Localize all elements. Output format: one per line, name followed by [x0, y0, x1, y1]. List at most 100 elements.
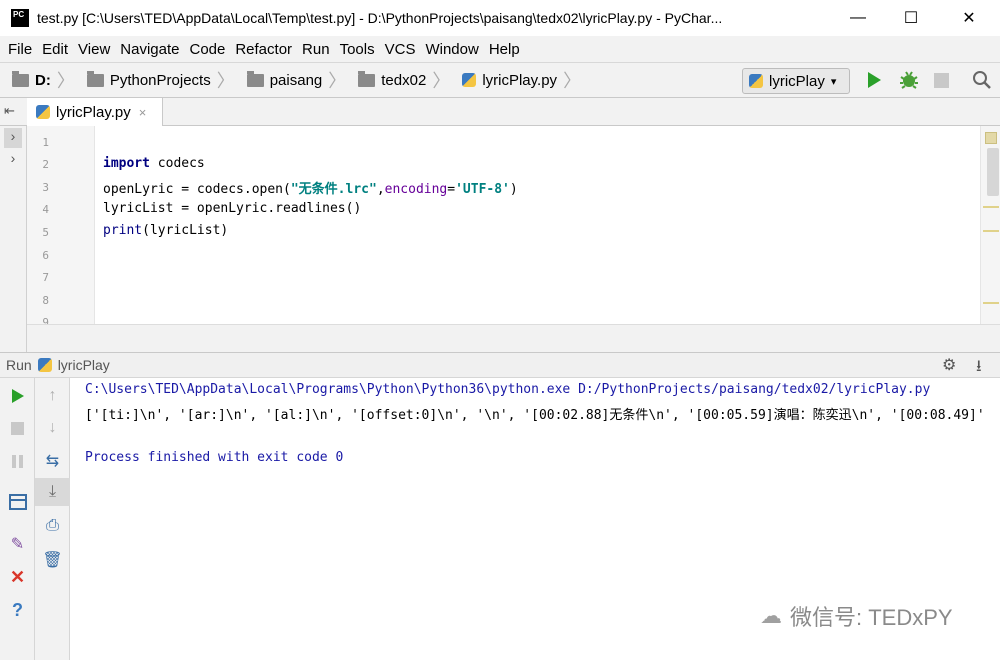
chevron-right-icon[interactable]: › [4, 150, 22, 170]
menu-window[interactable]: Window [425, 41, 478, 58]
code-text: = [447, 182, 456, 197]
menu-view[interactable]: View [78, 41, 110, 58]
breadcrumb-file[interactable]: lyricPlay.py 〉 [462, 67, 581, 93]
python-file-icon [749, 74, 763, 88]
chevron-right-icon: 〉 [328, 71, 347, 91]
marker-stripe[interactable] [983, 230, 999, 232]
string-literal: "无条件.lrc" [290, 182, 377, 197]
line-number: 9 [42, 316, 49, 324]
run-panel-label: Run [6, 357, 32, 373]
chevron-right-icon: 〉 [432, 71, 451, 91]
line-number: 5 [42, 226, 49, 239]
menu-help[interactable]: Help [489, 41, 520, 58]
close-window-button[interactable]: ✕ [946, 0, 992, 36]
tab-label: lyricPlay.py [56, 103, 131, 121]
arrow-down-icon[interactable]: ↓ [35, 414, 70, 442]
inspection-status-icon[interactable] [985, 132, 997, 144]
chevron-right-icon: 〉 [563, 71, 582, 91]
print-icon[interactable]: ⎙ [35, 512, 70, 540]
menu-code[interactable]: Code [189, 41, 225, 58]
menu-vcs[interactable]: VCS [385, 41, 416, 58]
project-tool-icon[interactable]: ⇤ [4, 103, 15, 119]
code-text: ) [509, 182, 518, 197]
title-bar: PC test.py [C:\Users\TED\AppData\Local\T… [0, 0, 1000, 36]
close-tab-icon[interactable]: × [139, 105, 147, 120]
line-number: 8 [42, 294, 49, 307]
run-panel-config[interactable]: lyricPlay [58, 357, 110, 373]
named-parameter: encoding [384, 182, 448, 197]
breadcrumb-drive[interactable]: D: 〉 [12, 67, 75, 93]
menu-edit[interactable]: Edit [42, 41, 68, 58]
navigation-bar: D: 〉 PythonProjects 〉 paisang 〉 tedx02 〉… [0, 62, 1000, 98]
menu-navigate[interactable]: Navigate [120, 41, 179, 58]
scroll-to-end-icon[interactable]: ⤓ [35, 478, 70, 506]
run-toolbar-primary: ✎ ✕ ? [0, 378, 35, 660]
breadcrumb-label: lyricPlay.py [482, 71, 558, 89]
close-icon[interactable]: ✕ [0, 563, 35, 591]
debug-icon[interactable] [898, 69, 920, 95]
breadcrumb-label: tedx02 [381, 71, 427, 89]
run-configuration-selector[interactable]: lyricPlay ▾ [742, 68, 850, 94]
breadcrumb-pythonprojects[interactable]: PythonProjects 〉 [86, 67, 235, 93]
line-number: 2 [42, 158, 49, 171]
search-icon[interactable] [972, 70, 992, 94]
code-text: codecs [149, 156, 205, 171]
menu-file[interactable]: File [8, 41, 32, 58]
gear-icon[interactable]: ⚙ [942, 355, 956, 375]
code-editor[interactable]: import codecs openLyric = codecs.open("无… [96, 126, 980, 324]
editor-bottom-area [27, 324, 1000, 352]
chevron-right-icon: 〉 [56, 71, 75, 91]
folder-icon [358, 70, 376, 87]
console-output-line: ['[ti:]\n', '[ar:]\n', '[al:]\n', '[offs… [85, 408, 985, 423]
pycharm-logo-icon: PC [11, 9, 29, 27]
code-text: (lyricList) [142, 223, 229, 238]
code-text: , [376, 182, 385, 197]
marker-stripe[interactable] [983, 206, 999, 208]
run-icon[interactable] [866, 71, 882, 93]
builtin-function: print [103, 223, 143, 238]
vertical-scrollbar-thumb[interactable] [987, 148, 999, 196]
folder-icon [86, 70, 104, 87]
tab-lyricplay[interactable]: lyricPlay.py × [27, 98, 163, 126]
stop-icon[interactable] [934, 73, 949, 88]
breadcrumb-label: paisang [269, 71, 323, 89]
code-line-4: lyricList = openLyric.readlines() [103, 201, 362, 216]
layout-icon[interactable] [0, 488, 35, 516]
menu-refactor[interactable]: Refactor [235, 41, 292, 58]
console-exit-message: Process finished with exit code 0 [85, 450, 344, 465]
breadcrumb-tedx02[interactable]: tedx02 〉 [358, 67, 450, 93]
line-number: 6 [42, 249, 49, 262]
help-icon[interactable]: ? [0, 596, 35, 624]
line-number: 3 [42, 181, 49, 194]
line-number: 4 [42, 203, 49, 216]
pause-icon[interactable] [0, 447, 35, 475]
run-config-label: lyricPlay [769, 72, 825, 90]
maximize-button[interactable]: ☐ [888, 0, 934, 36]
line-number-gutter: 1 2 3 4 5 6 7 8 9 [27, 126, 95, 324]
line-number: 7 [42, 271, 49, 284]
pin-tab-icon[interactable]: ✎ [0, 530, 35, 558]
line-number: 1 [42, 136, 49, 149]
trash-icon[interactable]: 🗑 [35, 546, 70, 574]
wechat-icon: ☁ [760, 603, 782, 628]
python-file-icon [462, 73, 477, 87]
watermark-text: 微信号: TEDxPY [790, 605, 953, 630]
menu-run[interactable]: Run [302, 41, 330, 58]
minimize-button[interactable]: — [835, 0, 881, 36]
rerun-icon[interactable] [0, 382, 35, 410]
window-title: test.py [C:\Users\TED\AppData\Local\Temp… [37, 10, 723, 26]
menu-tools[interactable]: Tools [340, 41, 375, 58]
run-panel-header: Run lyricPlay ⚙ ⭳ [0, 352, 1000, 378]
stop-icon[interactable] [0, 414, 35, 442]
marker-stripe[interactable] [983, 302, 999, 304]
breadcrumb-label: D: [35, 71, 51, 89]
string-literal: 'UTF-8' [455, 182, 510, 197]
breadcrumb-paisang[interactable]: paisang 〉 [246, 67, 347, 93]
arrow-up-icon[interactable]: ↑ [35, 382, 70, 410]
run-toolbar-secondary: ↑ ↓ ⇆ ⤓ ⎙ 🗑 [35, 378, 70, 660]
menu-bar: File Edit View Navigate Code Refactor Ru… [0, 36, 1000, 62]
soft-wrap-icon[interactable]: ⇆ [35, 447, 70, 475]
code-line-2: import codecs [103, 156, 205, 171]
chevron-right-icon[interactable]: › [4, 128, 22, 148]
chevron-right-icon: 〉 [216, 71, 235, 91]
